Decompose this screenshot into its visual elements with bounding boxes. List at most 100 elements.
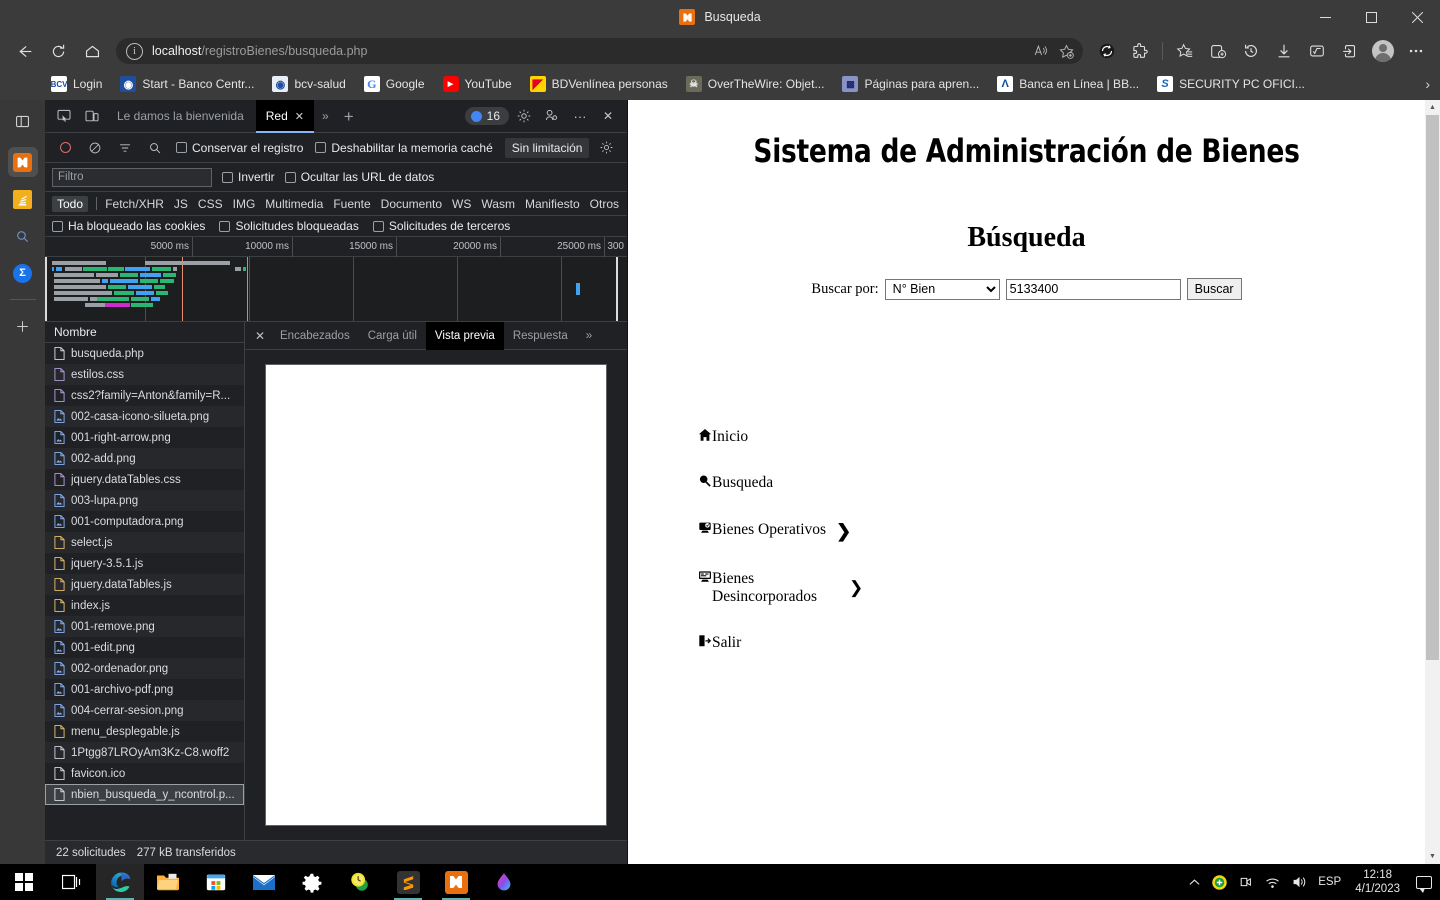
file-explorer-icon[interactable] xyxy=(144,864,192,900)
xampp-tab[interactable] xyxy=(7,147,38,177)
bookmark-item[interactable]: ▶ YouTube xyxy=(436,73,519,95)
table-row[interactable]: nbien_busqueda_y_ncontrol.p... xyxy=(45,784,244,805)
scroll-down-arrow[interactable]: ▼ xyxy=(1425,849,1440,864)
close-icon[interactable]: ✕ xyxy=(295,111,304,123)
type-filter-css[interactable]: CSS xyxy=(197,196,224,212)
network-settings-gear-icon[interactable] xyxy=(593,136,619,160)
request-rows[interactable]: busqueda.php estilos.css css2?family=Anton… xyxy=(45,343,244,840)
type-filter-multimedia[interactable]: Multimedia xyxy=(264,196,324,212)
devtools-tab-welcome[interactable]: Le damos la bienvenida xyxy=(107,100,254,133)
minimize-button[interactable] xyxy=(1302,0,1348,34)
type-filter-fuente[interactable]: Fuente xyxy=(332,196,371,212)
collections-icon[interactable] xyxy=(1202,37,1234,65)
type-filter-js[interactable]: JS xyxy=(173,196,189,212)
table-row[interactable]: 002-casa-icono-silueta.png xyxy=(45,406,244,427)
type-filter-documento[interactable]: Documento xyxy=(380,196,443,212)
type-filter-todo[interactable]: Todo xyxy=(52,195,89,212)
bookmark-item[interactable]: ▩ Páginas para apren... xyxy=(835,73,986,95)
record-icon[interactable] xyxy=(52,136,78,160)
table-row[interactable]: 002-ordenador.png xyxy=(45,658,244,679)
microsoft-store-icon[interactable] xyxy=(192,864,240,900)
search-tabs-icon[interactable] xyxy=(8,221,38,251)
menu-item-bienes-desincorporados[interactable]: Bienes Desincorporados ❯ xyxy=(698,570,1425,607)
reload-button[interactable] xyxy=(42,37,74,65)
blocked-cookies-checkbox[interactable]: Ha bloqueado las cookies xyxy=(52,219,205,233)
preserve-log-checkbox[interactable]: Conservar el registro xyxy=(176,141,303,155)
detail-tab-encabezados[interactable]: Encabezados xyxy=(271,322,359,350)
address-bar[interactable]: i localhost/registroBienes/busqueda.php xyxy=(116,38,1083,64)
blocked-requests-checkbox[interactable]: Solicitudes bloqueadas xyxy=(219,219,359,233)
blue-site-tab[interactable]: Ʃ xyxy=(8,258,38,288)
devtools-new-tab[interactable]: + xyxy=(337,100,361,133)
favorites-icon[interactable] xyxy=(1169,37,1201,65)
sync-icon[interactable] xyxy=(1091,37,1123,65)
back-button[interactable] xyxy=(8,37,40,65)
antivirus-icon[interactable] xyxy=(1211,874,1228,891)
type-filter-img[interactable]: IMG xyxy=(232,196,257,212)
table-row[interactable]: jquery-3.5.1.js xyxy=(45,553,244,574)
new-tab-button[interactable] xyxy=(8,311,38,341)
camera-icon[interactable] xyxy=(1238,874,1254,890)
chevron-right-icon[interactable]: ❯ xyxy=(849,579,863,596)
clock[interactable]: 12:18 4/1/2023 xyxy=(1351,868,1404,897)
table-row[interactable]: 001-computadora.png xyxy=(45,511,244,532)
stackoverflow-tab[interactable] xyxy=(8,184,38,214)
bookmark-item[interactable]: ◉ bcv-salud xyxy=(265,73,352,95)
page-scrollbar[interactable]: ▲ ▼ xyxy=(1425,100,1440,864)
detail-tab-vista-previa[interactable]: Vista previa xyxy=(425,321,504,350)
history-icon[interactable] xyxy=(1235,37,1267,65)
extensions-icon[interactable] xyxy=(1124,37,1156,65)
menu-item-inicio[interactable]: Inicio xyxy=(698,428,1425,446)
read-aloud-icon[interactable] xyxy=(1027,39,1053,63)
detail-tab-respuesta[interactable]: Respuesta xyxy=(504,322,577,350)
bookmarks-overflow-icon[interactable]: › xyxy=(1425,76,1430,92)
table-row[interactable]: 003-lupa.png xyxy=(45,490,244,511)
settings-icon[interactable] xyxy=(288,864,336,900)
more-settings-icon[interactable] xyxy=(1400,37,1432,65)
search-input[interactable] xyxy=(1005,278,1181,300)
start-button[interactable] xyxy=(0,864,48,900)
table-row[interactable]: select.js xyxy=(45,532,244,553)
invert-checkbox[interactable]: Invertir xyxy=(222,170,275,184)
type-filter-wasm[interactable]: Wasm xyxy=(480,196,516,212)
profile-avatar[interactable] xyxy=(1367,37,1399,65)
type-filter-ws[interactable]: WS xyxy=(451,196,472,212)
clock-app-icon[interactable] xyxy=(336,864,384,900)
hide-data-urls-checkbox[interactable]: Ocultar las URL de datos xyxy=(284,170,434,184)
issues-badge[interactable]: 16 xyxy=(464,107,509,125)
math-solver-icon[interactable] xyxy=(1301,37,1333,65)
table-row[interactable]: 002-add.png xyxy=(45,448,244,469)
bookmark-item[interactable]: ◉ Start - Banco Centr... xyxy=(113,73,261,95)
devtools-more-tabs[interactable]: » xyxy=(316,100,335,133)
task-view-button[interactable] xyxy=(48,864,96,900)
sublime-text-icon[interactable] xyxy=(384,864,432,900)
type-filter-manifiesto[interactable]: Manifiesto xyxy=(524,196,581,212)
devtools-settings-icon[interactable] xyxy=(511,104,537,128)
table-row[interactable]: 1Ptgg87LROyAm3Kz-C8.woff2 xyxy=(45,742,244,763)
filter-input[interactable]: Filtro xyxy=(52,167,212,187)
devtools-tab-network[interactable]: Red ✕ xyxy=(255,99,314,133)
chevron-right-icon[interactable]: ❯ xyxy=(836,521,851,542)
paint3d-icon[interactable] xyxy=(480,864,528,900)
table-row[interactable]: jquery.dataTables.js xyxy=(45,574,244,595)
add-favorite-icon[interactable] xyxy=(1053,39,1079,63)
detail-tab-carga-util[interactable]: Carga útil xyxy=(359,322,426,350)
maximize-button[interactable] xyxy=(1348,0,1394,34)
device-toolbar-icon[interactable] xyxy=(79,104,105,128)
home-button[interactable] xyxy=(76,37,108,65)
clear-icon[interactable] xyxy=(82,136,108,160)
search-field-select[interactable]: N° Bien xyxy=(884,278,1000,300)
scrollbar-thumb[interactable] xyxy=(1426,115,1439,660)
downloads-icon[interactable] xyxy=(1268,37,1300,65)
table-row[interactable]: estilos.css xyxy=(45,364,244,385)
mail-icon[interactable] xyxy=(240,864,288,900)
type-filter-fetch-xhr[interactable]: Fetch/XHR xyxy=(104,196,165,212)
table-row[interactable]: favicon.ico xyxy=(45,763,244,784)
table-row[interactable]: 001-right-arrow.png xyxy=(45,427,244,448)
menu-item-bienes-operativos[interactable]: Bienes Operativos ❯ xyxy=(698,521,1425,542)
third-party-requests-checkbox[interactable]: Solicitudes de terceros xyxy=(372,219,510,233)
throttling-dropdown[interactable]: Sin limitación xyxy=(504,137,590,158)
type-filter-otros[interactable]: Otros xyxy=(589,196,620,212)
table-row[interactable]: busqueda.php xyxy=(45,343,244,364)
disable-cache-checkbox[interactable]: Deshabilitar la memoria caché xyxy=(315,141,493,155)
